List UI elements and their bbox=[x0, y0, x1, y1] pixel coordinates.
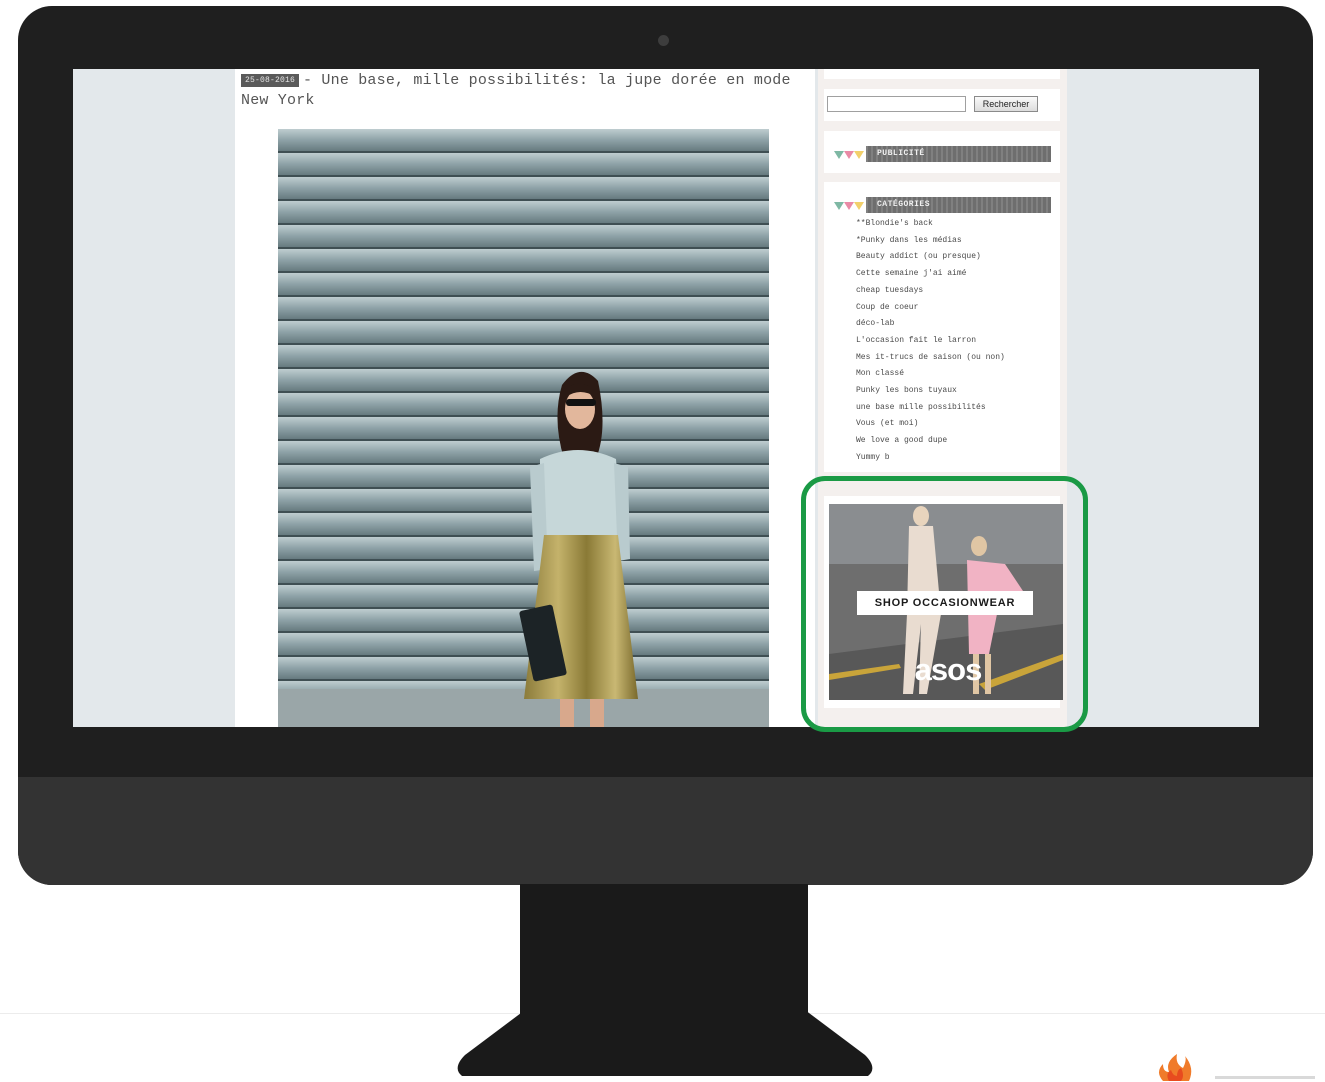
publicite-header: PUBLICITÉ bbox=[824, 146, 1060, 162]
post-title[interactable]: 25-08-2016- Une base, mille possibilités… bbox=[241, 71, 809, 111]
category-link[interactable]: Mes it-trucs de saison (ou non) bbox=[856, 350, 1005, 367]
monitor-stand-base bbox=[457, 1010, 873, 1076]
categories-title: CATÉGORIES bbox=[877, 200, 931, 209]
post-date-badge: 25-08-2016 bbox=[241, 74, 300, 87]
camera-dot bbox=[658, 35, 669, 46]
category-link[interactable]: Vous (et moi) bbox=[856, 416, 1005, 433]
categories-title-bar: CATÉGORIES bbox=[866, 197, 1051, 213]
monitor-chin bbox=[18, 777, 1313, 885]
category-link[interactable]: Cette semaine j'ai aimé bbox=[856, 266, 1005, 283]
category-link[interactable]: L'occasion fait le larron bbox=[856, 333, 1005, 350]
category-link[interactable]: déco-lab bbox=[856, 316, 1005, 333]
post-photo bbox=[278, 129, 769, 727]
search-input[interactable] bbox=[827, 96, 966, 112]
category-link[interactable]: cheap tuesdays bbox=[856, 283, 1005, 300]
post-title-text[interactable]: - Une base, mille possibilités: la jupe … bbox=[241, 72, 791, 109]
category-link[interactable]: Yummy b bbox=[856, 450, 1005, 467]
category-link[interactable]: **Blondie's back bbox=[856, 216, 1005, 233]
search-widget: Rechercher bbox=[824, 89, 1060, 121]
category-link[interactable]: Punky les bons tuyaux bbox=[856, 383, 1005, 400]
category-link[interactable]: We love a good dupe bbox=[856, 433, 1005, 450]
search-button[interactable]: Rechercher bbox=[974, 96, 1038, 112]
category-link[interactable]: Coup de coeur bbox=[856, 300, 1005, 317]
blog-post: 25-08-2016- Une base, mille possibilités… bbox=[235, 69, 815, 727]
category-link[interactable]: Beauty addict (ou presque) bbox=[856, 249, 1005, 266]
flame-logo-icon bbox=[1159, 1054, 1315, 1081]
monitor-stand-neck bbox=[520, 884, 808, 1016]
publicite-title: PUBLICITÉ bbox=[877, 149, 925, 158]
sidebar-widget-top bbox=[824, 69, 1060, 79]
publicite-widget: PUBLICITÉ bbox=[824, 131, 1060, 173]
categories-header: CATÉGORIES bbox=[824, 197, 1060, 213]
categories-widget: CATÉGORIES **Blondie's back *Punky dans … bbox=[824, 182, 1060, 472]
category-link[interactable]: Mon classé bbox=[856, 366, 1005, 383]
publicite-title-bar: PUBLICITÉ bbox=[866, 146, 1051, 162]
category-link[interactable]: *Punky dans les médias bbox=[856, 233, 1005, 250]
categories-list: **Blondie's back *Punky dans les médias … bbox=[856, 216, 1005, 467]
ad-highlight-frame bbox=[801, 476, 1088, 732]
category-link[interactable]: une base mille possibilités bbox=[856, 400, 1005, 417]
